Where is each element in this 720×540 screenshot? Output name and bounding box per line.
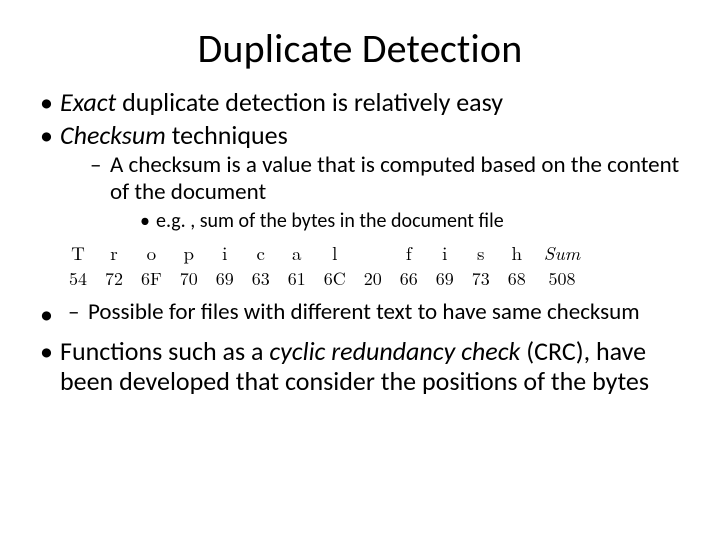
- slide: Duplicate Detection Exact duplicate dete…: [0, 0, 720, 540]
- bullet-crc: Functions such as a cyclic redundancy ch…: [38, 336, 682, 397]
- hex-values-row: 54 72 6F 70 69 63 61 6C 20 66 69 73 68 5…: [60, 266, 589, 291]
- hex-val: 70: [171, 266, 207, 291]
- hex-char: s: [463, 239, 499, 266]
- bullet-exact: Exact duplicate detection is relatively …: [38, 87, 682, 118]
- checksum-sublist: A checksum is a value that is computed b…: [60, 152, 682, 232]
- hex-val: 69: [427, 266, 463, 291]
- hex-val: 6C: [315, 266, 355, 291]
- hex-sum-label: Sum: [535, 239, 589, 266]
- bullet-list: Exact duplicate detection is relatively …: [38, 87, 682, 233]
- hex-val: 54: [60, 266, 96, 291]
- hex-val: 61: [279, 266, 315, 291]
- bullet-crc-pre: Functions such as a: [60, 335, 269, 367]
- hex-char: a: [279, 239, 315, 266]
- bullet-checksum-cont: Possible for files with different text t…: [38, 299, 682, 326]
- hex-char: f: [391, 239, 427, 266]
- eg-list: e.g. , sum of the bytes in the document …: [110, 209, 682, 233]
- bullet-exact-em: Exact: [60, 86, 116, 118]
- hex-char: o: [132, 239, 171, 266]
- hex-char: i: [207, 239, 243, 266]
- bullet-exact-rest: duplicate detection is relatively easy: [116, 86, 503, 118]
- hex-sum-value: 508: [535, 266, 589, 291]
- hex-val: 72: [96, 266, 132, 291]
- hex-char: c: [243, 239, 279, 266]
- hex-val: 66: [391, 266, 427, 291]
- hex-table: T r o p i c a l f i s h Sum 54 72 6F 70 …: [60, 239, 589, 291]
- hex-val: 20: [355, 266, 391, 291]
- hex-char: r: [96, 239, 132, 266]
- hex-char: i: [427, 239, 463, 266]
- hex-val: 6F: [132, 266, 171, 291]
- hex-char: p: [171, 239, 207, 266]
- bullet-checksum-em: Checksum: [60, 119, 166, 151]
- slide-title: Duplicate Detection: [38, 24, 682, 73]
- hex-char: [355, 239, 391, 266]
- bullet-checksum: Checksum techniques A checksum is a valu…: [38, 120, 682, 233]
- bullet-list-cont: Possible for files with different text t…: [38, 299, 682, 397]
- hex-val: 63: [243, 266, 279, 291]
- hex-char: T: [60, 239, 96, 266]
- hex-char: l: [315, 239, 355, 266]
- hex-char: h: [499, 239, 535, 266]
- hex-chars-row: T r o p i c a l f i s h Sum: [60, 239, 589, 266]
- sub-checksum-def-text: A checksum is a value that is computed b…: [110, 151, 679, 206]
- hex-val: 68: [499, 266, 535, 291]
- eg-sum-bytes: e.g. , sum of the bytes in the document …: [140, 209, 682, 233]
- sub-checksum-def: A checksum is a value that is computed b…: [90, 152, 682, 232]
- bullet-crc-em: cyclic redundancy check: [269, 335, 520, 367]
- bullet-checksum-rest: techniques: [166, 119, 288, 151]
- checksum-sublist-2: Possible for files with different text t…: [38, 299, 682, 326]
- sub-collision: Possible for files with different text t…: [68, 299, 682, 326]
- hex-val: 69: [207, 266, 243, 291]
- hex-val: 73: [463, 266, 499, 291]
